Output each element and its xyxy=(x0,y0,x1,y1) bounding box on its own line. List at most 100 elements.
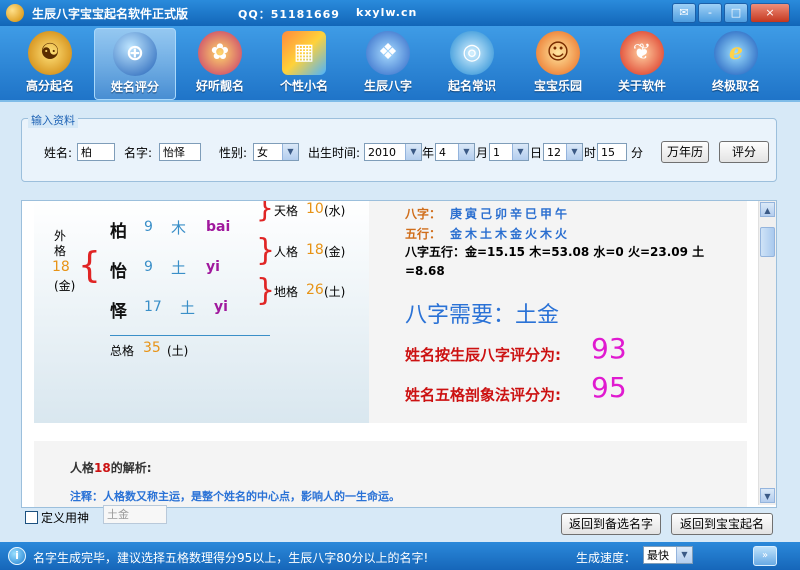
chevron-down-icon: ▼ xyxy=(458,144,474,160)
define-yongshen-label: 定义用神 xyxy=(41,511,90,525)
char-3: 怿 xyxy=(110,302,127,322)
analysis-title-num: 18 xyxy=(94,461,111,475)
tab-baby-paradise[interactable]: ☺ 宝宝乐园 xyxy=(518,28,598,98)
chevron-down-icon: ▼ xyxy=(676,547,692,563)
fast-forward-icon[interactable]: » xyxy=(753,546,777,566)
bazi-wuxing-detail-1: 八字五行：金=15.15 木=53.08 水=0 火=23.09 土 xyxy=(405,245,705,259)
chevron-down-icon: ▼ xyxy=(512,144,528,160)
ie-globe-icon: ℯ xyxy=(714,31,758,75)
tab-bazi[interactable]: ❖ 生辰八字 xyxy=(348,28,428,98)
di-element: (土) xyxy=(324,285,346,299)
result-panel: 外格 18 (金) { 柏 9 木 bai 怡 9 土 yi 怿 17 土 yi… xyxy=(21,200,777,508)
hour-select[interactable]: 12 ▼ xyxy=(543,143,583,161)
outer-value: 18 xyxy=(52,259,70,275)
blades-icon: ❖ xyxy=(366,31,410,75)
headphones-icon: ☺ xyxy=(536,31,580,75)
year-value: 2010 xyxy=(368,146,396,159)
tab-nice-names[interactable]: ✿ 好听靓名 xyxy=(180,28,260,98)
total-divider xyxy=(110,335,270,336)
char-3-element: 土 xyxy=(180,299,196,317)
surname-input[interactable]: 柏 xyxy=(77,143,115,161)
char-1-strokes: 9 xyxy=(144,219,153,235)
tab-ultimate-naming[interactable]: ℯ 终极取名 xyxy=(696,28,776,98)
tab-label: 高分起名 xyxy=(25,79,74,93)
given-name-label: 名字: xyxy=(124,146,153,160)
calendar-button[interactable]: 万年历 xyxy=(661,141,709,163)
analysis-section: 人格18的解析: 注释：人格数又称主运，是整个姓名的中心点，影响人的一生命运。 xyxy=(34,441,747,507)
di-brace: } xyxy=(256,273,276,308)
bazi-wuxing-detail-2: =8.68 xyxy=(405,264,445,278)
leaves-icon: ❦ xyxy=(620,31,664,75)
char-2-strokes: 9 xyxy=(144,259,153,275)
year-select[interactable]: 2010 ▼ xyxy=(364,143,422,161)
analysis-title: 人格18的解析: xyxy=(70,459,152,476)
minimize-button[interactable]: - xyxy=(698,3,722,23)
day-select[interactable]: 1 ▼ xyxy=(489,143,529,161)
tab-label: 生辰八字 xyxy=(363,79,412,93)
given-name-input[interactable]: 怡怿 xyxy=(159,143,201,161)
tab-about[interactable]: ❦ 关于软件 xyxy=(602,28,682,98)
wuge-panel: 外格 18 (金) { 柏 9 木 bai 怡 9 土 yi 怿 17 土 yi… xyxy=(34,201,369,423)
ren-label: 人格 xyxy=(274,245,299,259)
tab-high-score-naming[interactable]: ☯ 高分起名 xyxy=(10,28,90,98)
chevron-down-icon: ▼ xyxy=(282,144,298,160)
total-value: 35 xyxy=(143,340,161,356)
analysis-note: 注释：人格数又称主运，是整个姓名的中心点，影响人的一生命运。 xyxy=(70,490,400,503)
feedback-icon[interactable]: ✉ xyxy=(672,3,696,23)
scroll-thumb[interactable] xyxy=(760,227,775,257)
back-to-baby-naming-button[interactable]: 返回到宝宝起名 xyxy=(671,513,773,535)
back-to-candidates-button[interactable]: 返回到备选名字 xyxy=(561,513,661,535)
gender-select[interactable]: 女 ▼ xyxy=(253,143,299,161)
month-select[interactable]: 4 ▼ xyxy=(435,143,475,161)
main-toolbar: ☯ 高分起名 ⊕ 姓名评分 ✿ 好听靓名 ▦ 个性小名 ❖ 生辰八字 ◎ 起名常… xyxy=(0,26,800,102)
surname-label: 姓名: xyxy=(44,146,73,160)
tian-label: 天格 xyxy=(274,204,299,218)
result-scrollbar[interactable]: ▲ ▼ xyxy=(758,201,776,505)
char-1-pinyin: bai xyxy=(206,219,231,235)
day-value: 1 xyxy=(493,146,500,159)
wuxing-value: 金木土木金火木火 xyxy=(450,227,571,241)
bazi-score-value: 93 xyxy=(591,332,627,365)
tab-label: 好听靓名 xyxy=(195,79,244,93)
minute-unit: 分 xyxy=(631,146,644,160)
speed-select[interactable]: 最快 ▼ xyxy=(643,546,693,564)
minute-input[interactable]: 15 xyxy=(597,143,627,161)
speed-value: 最快 xyxy=(647,549,669,562)
bazi-label: 八字： xyxy=(405,207,442,221)
analysis-title-suffix: 的解析: xyxy=(110,461,152,475)
bazi-value: 庚寅己卯辛巳甲午 xyxy=(450,207,571,221)
yongshen-input[interactable]: 土金 xyxy=(103,505,167,524)
outer-element: (金) xyxy=(54,279,76,293)
wuge-score-value: 95 xyxy=(591,371,627,404)
char-2-pinyin: yi xyxy=(206,259,220,275)
score-button[interactable]: 评分 xyxy=(719,141,769,163)
chevron-down-icon: ▼ xyxy=(405,144,421,160)
status-bar: i 名字生成完毕，建议选择五格数理得分95以上，生辰八字80分以上的名字! 生成… xyxy=(0,542,800,570)
tab-label: 姓名评分 xyxy=(110,80,159,94)
window-logo-icon: ▦ xyxy=(282,31,326,75)
di-value: 26 xyxy=(306,282,324,298)
char-3-pinyin: yi xyxy=(214,299,228,315)
total-element: (土) xyxy=(167,344,189,358)
outer-label: 外格 xyxy=(54,229,67,258)
orbit-icon: ◎ xyxy=(450,31,494,75)
total-label: 总格 xyxy=(110,344,135,358)
tab-label: 关于软件 xyxy=(617,79,666,93)
tab-nicknames[interactable]: ▦ 个性小名 xyxy=(264,28,344,98)
wuxing-label: 五行： xyxy=(405,227,442,241)
tab-naming-knowledge[interactable]: ◎ 起名常识 xyxy=(432,28,512,98)
tab-label: 宝宝乐园 xyxy=(533,79,582,93)
input-legend: 输入资料 xyxy=(28,112,78,128)
tab-name-scoring[interactable]: ⊕ 姓名评分 xyxy=(94,28,176,100)
maximize-button[interactable]: □ xyxy=(724,3,748,23)
di-label: 地格 xyxy=(274,285,299,299)
tian-value: 10 xyxy=(306,201,324,217)
scroll-up-icon[interactable]: ▲ xyxy=(760,202,775,217)
tian-element: (水) xyxy=(324,204,346,218)
close-button[interactable]: × xyxy=(750,3,790,23)
scroll-down-icon[interactable]: ▼ xyxy=(760,488,775,503)
month-value: 4 xyxy=(439,146,446,159)
tab-label: 个性小名 xyxy=(279,79,328,93)
define-yongshen-checkbox[interactable] xyxy=(25,511,38,524)
bazi-panel: 八字： 庚寅己卯辛巳甲午 五行： 金木土木金火木火 八字五行：金=15.15 木… xyxy=(369,201,747,423)
